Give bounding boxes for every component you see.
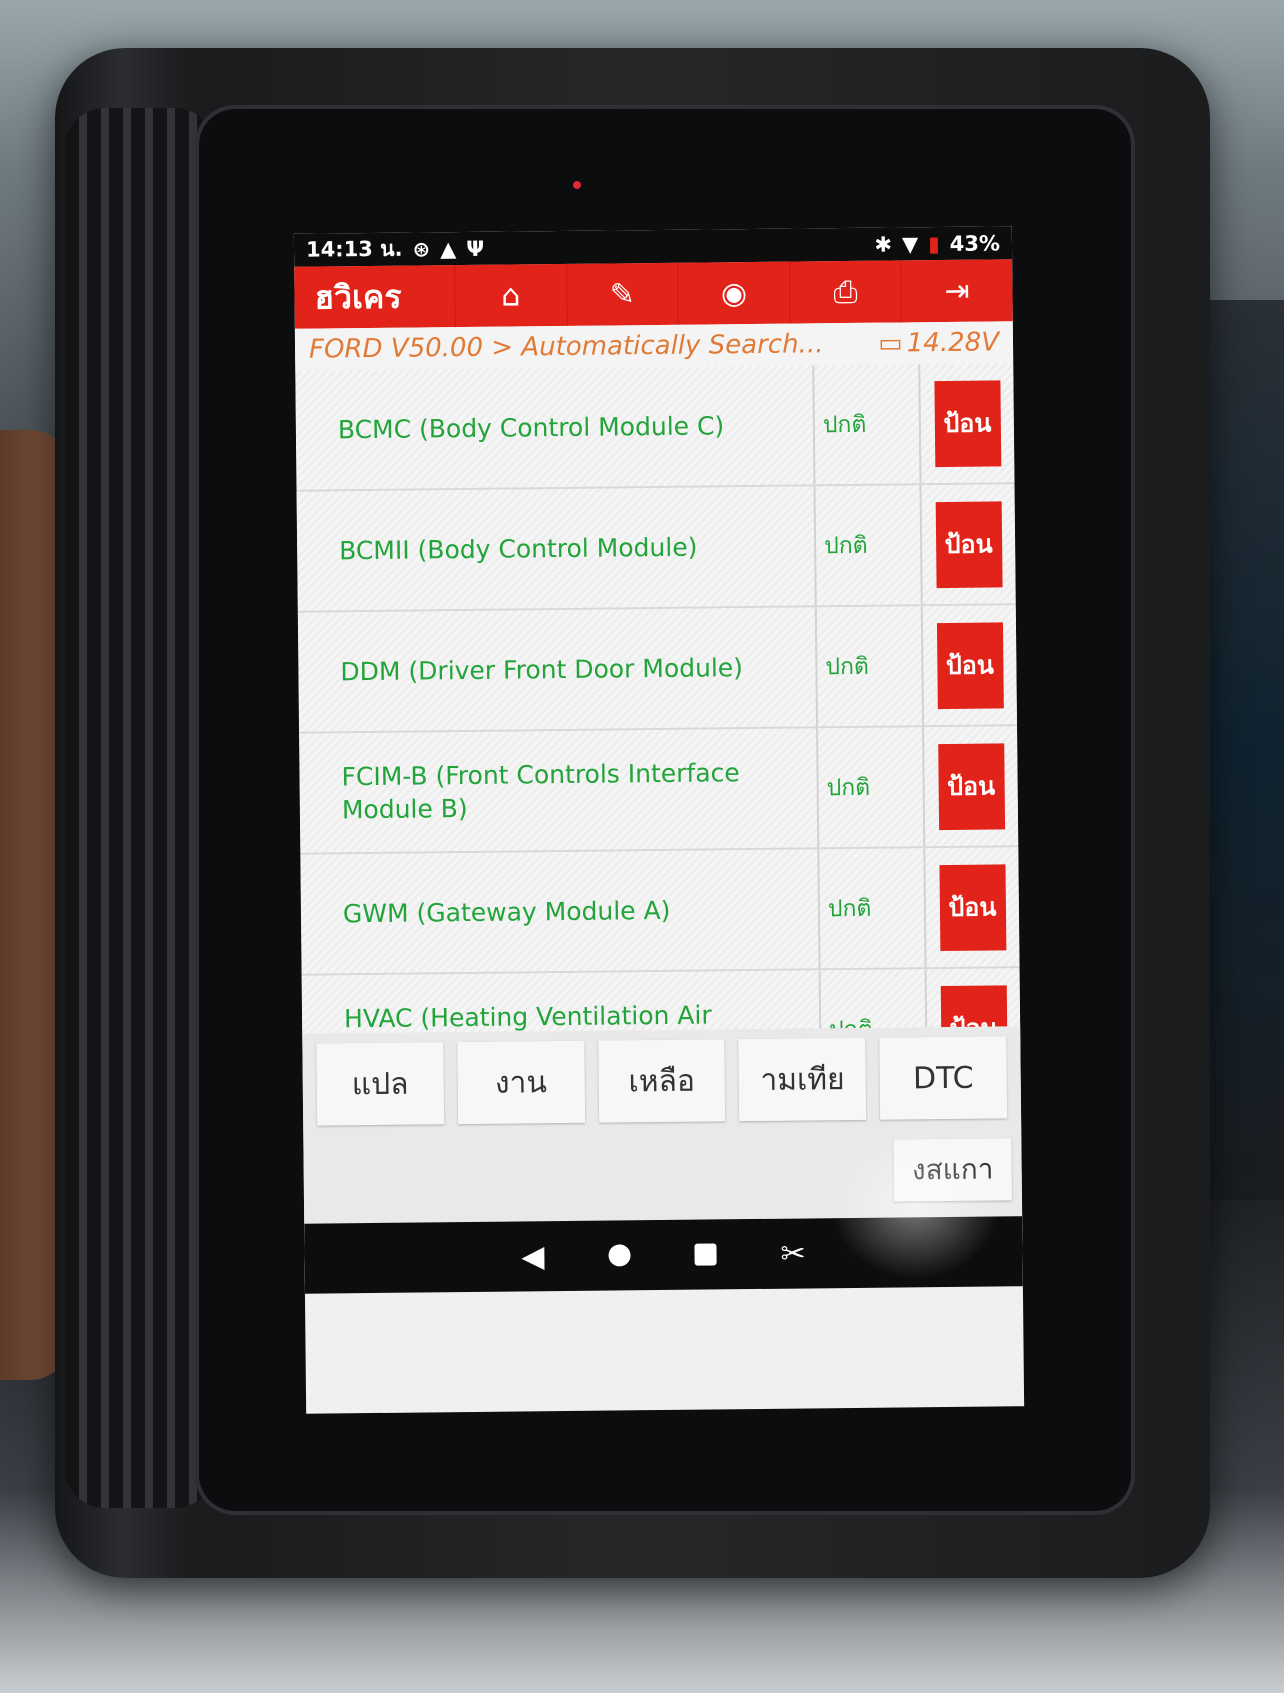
home-nav-icon[interactable] [608,1244,631,1267]
camera-indicator [573,181,581,189]
compare-button[interactable]: ามเทีย [738,1037,867,1122]
module-name: BCMII (Body Control Module) [296,486,817,611]
battery-icon: ▮ [928,231,940,256]
tablet-screen: 14:13 น. ⊛ ▲ Ψ ✱ ▼ ▮ 43% ฮวิเคร ⌂ ✎ ◉ ⎙ … [293,226,1025,1414]
device-grip [65,108,215,1508]
enter-module-button[interactable]: ป้อน [937,742,1005,830]
translate-button[interactable]: แปล [316,1042,444,1126]
print-button[interactable]: ⎙ [788,260,902,324]
exit-button[interactable]: ⇥ [900,259,1013,323]
app-title: ฮวิเคร [314,277,402,317]
recents-icon[interactable] [694,1243,717,1266]
module-name: FCIM-B (Front Controls Interface Module … [299,728,820,853]
rescan-button[interactable]: งสแกา [893,1138,1013,1202]
module-row: DDM (Driver Front Door Module) ปกติ ป้อน [297,605,1018,734]
enter-module-button[interactable]: ป้อน [938,863,1006,951]
module-name: GWM (Gateway Module A) [300,849,821,974]
module-row: GWM (Gateway Module A) ปกติ ป้อน [300,847,1020,976]
module-row: FCIM-B (Front Controls Interface Module … [299,726,1019,855]
exit-icon: ⇥ [944,273,970,309]
usb-icon: Ψ [466,236,485,261]
back-icon[interactable]: ◀ [521,1239,544,1274]
breadcrumb-path: FORD V50.00 > Automatically Search... [308,329,824,365]
support-button[interactable]: ◉ [677,261,790,325]
android-navbar: ◀ ✂ [304,1216,1023,1294]
module-name: DDM (Driver Front Door Module) [297,607,819,732]
edit-button[interactable]: ✎ [565,262,679,326]
voltage-value: 14.28V [906,327,1000,359]
breadcrumb: FORD V50.00 > Automatically Search... ▭ … [294,321,1014,371]
edit-icon: ✎ [609,276,636,312]
accessibility-icon: ⊛ [412,236,431,262]
module-name: BCMC (Body Control Module C) [295,365,816,490]
warning-icon: ▲ [439,236,457,261]
help-button[interactable]: เหลือ [597,1039,726,1123]
module-status: ปกติ [816,606,925,727]
module-status: ปกติ [815,485,923,606]
enter-module-button[interactable]: ป้อน [935,500,1003,588]
bluetooth-icon: ✱ [874,232,893,257]
voltage-readout: ▭ 14.28V [878,327,999,358]
battery-voltage-icon: ▭ [878,328,903,359]
module-status: ปกติ [818,727,926,848]
home-button[interactable]: ⌂ [454,263,567,328]
enter-module-button[interactable]: ป้อน [936,621,1004,709]
battery-level: 43% [949,230,1001,256]
clock: 14:13 น. [305,236,403,262]
module-row: BCMII (Body Control Module) ปกติ ป้อน [296,484,1016,613]
support-icon: ◉ [720,275,748,311]
report-button[interactable]: งาน [457,1040,585,1125]
module-status: ปกติ [819,848,927,969]
dtc-button[interactable]: DTC [879,1036,1008,1120]
module-row: BCMC (Body Control Module C) ปกติ ป้อน [295,363,1015,492]
module-status: ปกติ [814,364,922,485]
wifi-icon: ▼ [901,231,919,256]
module-list: BCMC (Body Control Module C) ปกติ ป้อน B… [295,363,1021,1061]
screenshot-icon[interactable]: ✂ [780,1236,806,1271]
app-toolbar: ฮวิเคร ⌂ ✎ ◉ ⎙ ⇥ [294,259,1013,329]
print-icon: ⎙ [833,274,858,310]
enter-module-button[interactable]: ป้อน [933,379,1001,467]
home-icon: ⌂ [501,277,521,314]
